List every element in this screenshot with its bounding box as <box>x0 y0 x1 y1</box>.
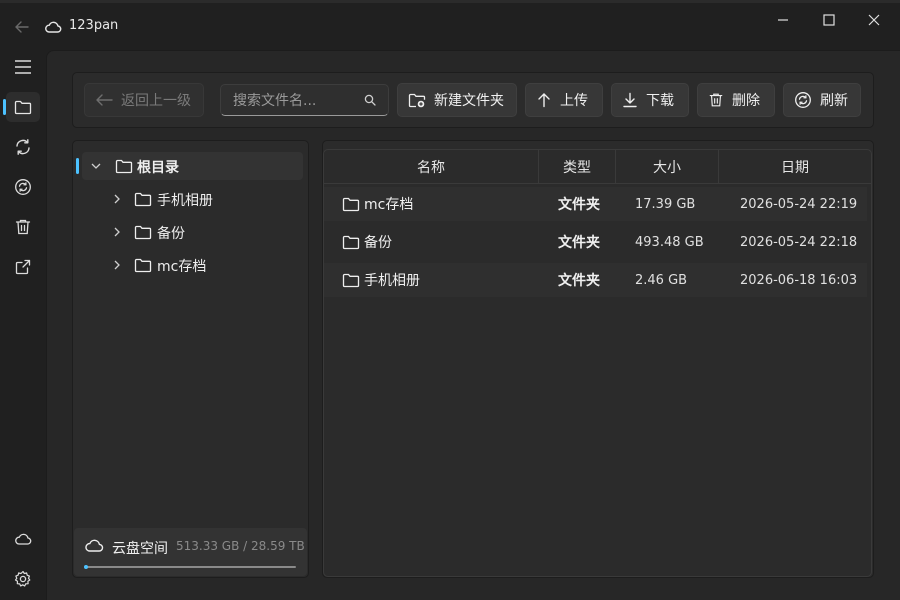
chevron-right-icon[interactable] <box>113 227 121 237</box>
refresh-circle-icon <box>15 179 31 195</box>
cell-date: 2026-05-24 22:19 <box>740 196 858 212</box>
menu-button[interactable] <box>6 52 40 82</box>
storage-value: 513.33 GB / 28.59 TB <box>176 539 305 553</box>
cell-type: 文件夹 <box>558 273 600 289</box>
tree-item-label: 备份 <box>157 226 185 242</box>
tree-selection-indicator <box>76 158 79 174</box>
sync-icon <box>16 139 30 155</box>
cell-name: mc存档 <box>364 197 414 213</box>
trash-icon <box>15 219 31 235</box>
new-folder-button[interactable]: 新建文件夹 <box>397 83 517 117</box>
title-bar-top-line <box>0 0 900 3</box>
download-label: 下载 <box>646 93 674 109</box>
delete-label: 删除 <box>732 93 760 109</box>
column-header-size[interactable]: 大小 <box>616 150 719 183</box>
close-icon <box>868 14 880 26</box>
folder-icon <box>134 225 152 240</box>
cell-size: 17.39 GB <box>635 196 696 212</box>
cell-type: 文件夹 <box>558 197 600 213</box>
folder-add-icon <box>408 93 426 108</box>
folder-icon <box>14 100 32 115</box>
cloud-icon <box>15 533 32 545</box>
refresh-button[interactable]: 刷新 <box>783 83 861 117</box>
upload-label: 上传 <box>560 93 588 109</box>
column-header-type[interactable]: 类型 <box>539 150 616 183</box>
arrow-up-icon <box>538 93 550 108</box>
app-title: 123pan <box>69 18 119 33</box>
tree-item-root[interactable]: 根目录 <box>82 152 303 180</box>
nav-rail <box>0 50 46 600</box>
table-row[interactable]: 手机相册 文件夹 2.46 GB 2026-06-18 16:03 <box>324 263 867 297</box>
rail-share-button[interactable] <box>6 252 40 282</box>
rail-active-indicator <box>3 99 6 115</box>
chevron-right-icon[interactable] <box>113 194 121 204</box>
delete-button[interactable]: 删除 <box>697 83 775 117</box>
menu-icon <box>15 60 31 74</box>
storage-progress-track <box>84 566 296 568</box>
chevron-right-icon[interactable] <box>113 260 121 270</box>
cell-date: 2026-06-18 16:03 <box>740 272 858 288</box>
rail-transfer-button[interactable] <box>6 172 40 202</box>
tree-item-label: 根目录 <box>137 160 179 176</box>
maximize-icon <box>823 14 835 26</box>
refresh-label: 刷新 <box>820 93 848 109</box>
tree-item-child[interactable]: mc存档 <box>110 251 300 279</box>
table-row[interactable]: mc存档 文件夹 17.39 GB 2026-05-24 22:19 <box>324 187 867 221</box>
cell-size: 493.48 GB <box>635 234 704 250</box>
trash-icon <box>709 93 723 107</box>
maximize-button[interactable] <box>814 8 844 32</box>
rail-files-button[interactable] <box>6 92 40 122</box>
back-to-parent-label: 返回上一级 <box>121 93 191 109</box>
gear-icon <box>14 570 31 587</box>
minimize-button[interactable] <box>768 8 798 32</box>
arrow-left-icon <box>15 21 29 33</box>
cell-name: 备份 <box>364 235 392 251</box>
search-input[interactable]: 搜索文件名... <box>220 84 389 116</box>
folder-icon <box>342 197 360 212</box>
storage-label: 云盘空间 <box>112 541 168 557</box>
arrow-left-icon <box>96 94 113 106</box>
rail-trash-button[interactable] <box>6 212 40 242</box>
title-bar: 123pan <box>0 0 900 50</box>
folder-icon <box>115 159 133 174</box>
cell-name: 手机相册 <box>364 273 420 289</box>
refresh-icon <box>795 92 811 108</box>
header-divider <box>324 183 871 184</box>
rail-sync-button[interactable] <box>6 132 40 162</box>
cell-size: 2.46 GB <box>635 272 688 288</box>
tree-item-label: 手机相册 <box>157 193 213 209</box>
search-icon <box>364 94 376 106</box>
back-to-parent-button[interactable]: 返回上一级 <box>84 83 204 117</box>
storage-progress-fill <box>84 565 88 569</box>
cloud-logo-icon <box>45 21 62 33</box>
tree-item-child[interactable]: 备份 <box>110 218 300 246</box>
search-placeholder: 搜索文件名... <box>233 93 317 109</box>
cell-type: 文件夹 <box>558 235 600 251</box>
download-button[interactable]: 下载 <box>611 83 689 117</box>
column-header-name[interactable]: 名称 <box>324 150 539 183</box>
folder-icon <box>342 235 360 250</box>
close-button[interactable] <box>859 8 889 32</box>
upload-button[interactable]: 上传 <box>525 83 603 117</box>
rail-cloud-button[interactable] <box>6 524 40 554</box>
cloud-icon <box>85 539 104 552</box>
folder-icon <box>134 258 152 273</box>
tree-item-label: mc存档 <box>157 259 207 275</box>
share-icon <box>15 259 31 275</box>
cell-date: 2026-05-24 22:18 <box>740 234 858 250</box>
download-icon <box>623 92 637 108</box>
folder-icon <box>342 273 360 288</box>
tree-item-child[interactable]: 手机相册 <box>110 185 300 213</box>
nav-back-button[interactable] <box>12 17 32 37</box>
chevron-down-icon[interactable] <box>91 162 101 170</box>
minimize-icon <box>778 19 788 21</box>
folder-icon <box>134 192 152 207</box>
column-header-date[interactable]: 日期 <box>719 150 871 183</box>
table-row[interactable]: 备份 文件夹 493.48 GB 2026-05-24 22:18 <box>324 225 867 259</box>
rail-settings-button[interactable] <box>6 564 40 594</box>
new-folder-label: 新建文件夹 <box>434 93 504 109</box>
